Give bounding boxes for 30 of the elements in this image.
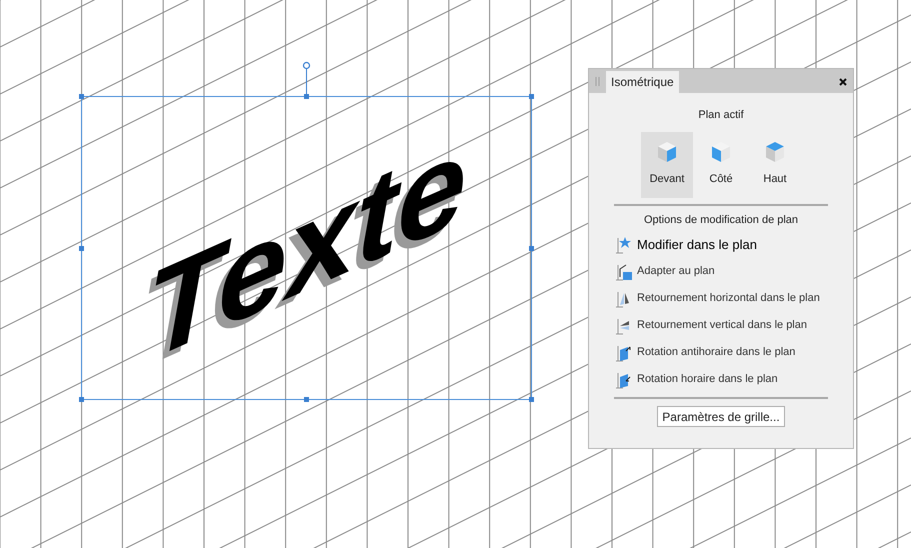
- grid-settings-button[interactable]: Paramètres de grille...: [657, 406, 785, 427]
- rotate-cw-icon: [615, 370, 633, 388]
- option-label: Adapter au plan: [637, 264, 715, 280]
- plane-option-item[interactable]: Rotation antihoraire dans le plan: [615, 339, 853, 366]
- option-label: Rotation horaire dans le plan: [637, 372, 778, 388]
- plane-button[interactable]: Devant: [641, 132, 693, 198]
- close-icon[interactable]: [839, 78, 847, 86]
- rotate-ccw-icon: [615, 344, 633, 362]
- section-heading: Plan actif: [698, 108, 744, 123]
- edit-icon: [615, 236, 633, 254]
- plane-option-item[interactable]: Modifier dans le plan: [615, 231, 853, 258]
- drag-grip-icon[interactable]: [595, 77, 600, 86]
- plane-option-item[interactable]: Rotation horaire dans le plan: [615, 366, 853, 393]
- plane-button[interactable]: Haut: [749, 132, 801, 198]
- fit-icon: [615, 262, 633, 280]
- cube-icon: [657, 141, 677, 164]
- plane-option-item[interactable]: Adapter au plan: [615, 258, 853, 285]
- option-label: Rotation antihoraire dans le plan: [637, 345, 796, 360]
- option-label: Retournement vertical dans le plan: [637, 318, 807, 334]
- panel-tab[interactable]: Isométrique: [606, 71, 679, 93]
- selection-box[interactable]: Texte: [81, 96, 532, 400]
- cube-icon: [765, 141, 785, 164]
- artwork-text: Texte: [146, 114, 466, 382]
- plane-option-item[interactable]: Retournement vertical dans le plan: [615, 312, 853, 339]
- plane-option-item[interactable]: Retournement horizontal dans le plan: [615, 285, 853, 312]
- section-heading: Options de modification de plan: [644, 212, 798, 228]
- rotation-handle-icon[interactable]: [302, 61, 311, 97]
- plane-button[interactable]: Côté: [695, 132, 747, 198]
- option-label: Retournement horizontal dans le plan: [637, 291, 820, 306]
- option-label: Modifier dans le plan: [637, 236, 757, 254]
